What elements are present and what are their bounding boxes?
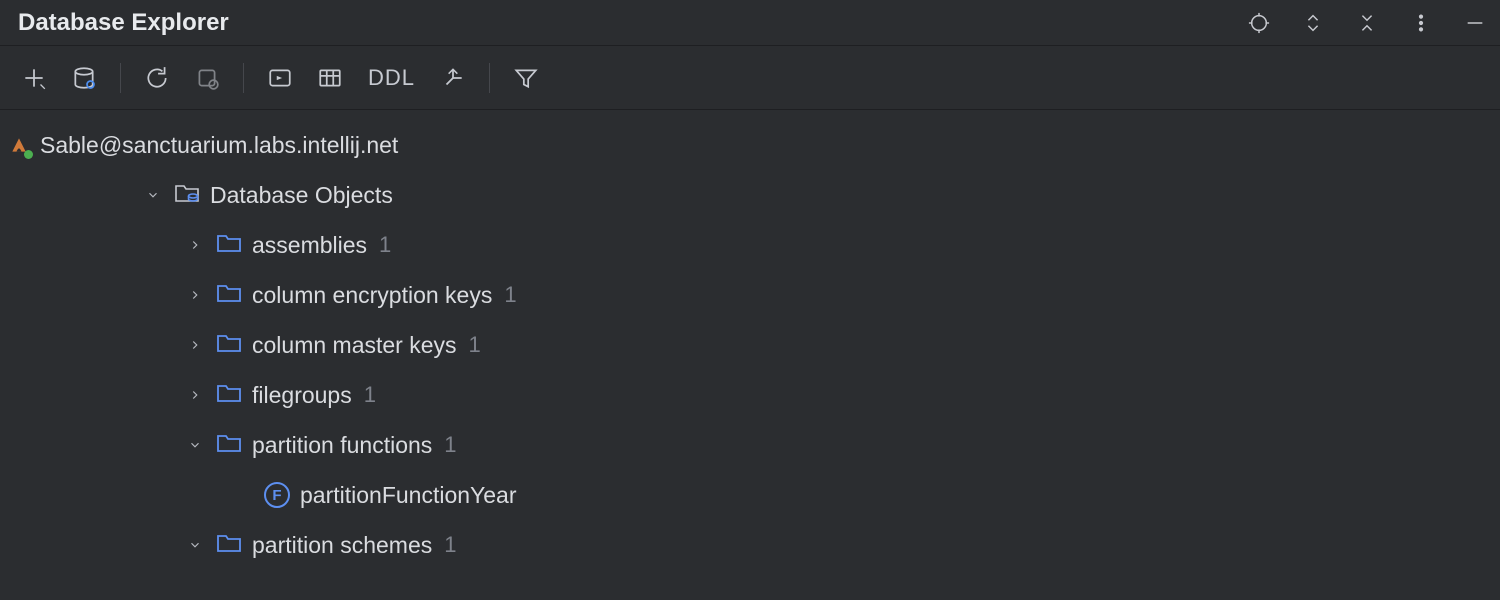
tree-label: partition schemes bbox=[252, 532, 432, 559]
database-tree: Sable@sanctuarium.labs.intellij.net Data… bbox=[0, 110, 1500, 570]
chevron-right-icon[interactable] bbox=[184, 238, 206, 252]
folder-icon bbox=[216, 431, 242, 459]
titlebar: Database Explorer bbox=[0, 0, 1500, 46]
minimize-icon[interactable] bbox=[1462, 10, 1488, 36]
tree-count: 1 bbox=[444, 432, 456, 458]
status-dot-icon bbox=[24, 150, 33, 159]
tree-node-column-master-keys[interactable]: column master keys 1 bbox=[2, 320, 1500, 370]
folder-icon bbox=[216, 531, 242, 559]
target-icon[interactable] bbox=[1246, 10, 1272, 36]
database-objects-icon bbox=[174, 181, 200, 209]
datasource-properties-icon[interactable] bbox=[66, 60, 102, 96]
tree-count: 1 bbox=[504, 282, 516, 308]
chevron-down-icon[interactable] bbox=[184, 538, 206, 552]
stop-icon[interactable] bbox=[189, 60, 225, 96]
tree-count: 1 bbox=[469, 332, 481, 358]
refresh-icon[interactable] bbox=[139, 60, 175, 96]
tree-node-column-encryption-keys[interactable]: column encryption keys 1 bbox=[2, 270, 1500, 320]
query-console-icon[interactable] bbox=[262, 60, 298, 96]
folder-icon bbox=[216, 331, 242, 359]
tree-label: Database Objects bbox=[210, 182, 393, 209]
tree-count: 1 bbox=[364, 382, 376, 408]
datasource-icon bbox=[8, 134, 30, 156]
add-icon[interactable] bbox=[16, 60, 52, 96]
tree-node-assemblies[interactable]: assemblies 1 bbox=[2, 220, 1500, 270]
tree-leaf-partitionfunctionyear[interactable]: F partitionFunctionYear bbox=[2, 470, 1500, 520]
folder-icon bbox=[216, 231, 242, 259]
jump-to-source-icon[interactable] bbox=[435, 60, 471, 96]
filter-icon[interactable] bbox=[508, 60, 544, 96]
tree-node-filegroups[interactable]: filegroups 1 bbox=[2, 370, 1500, 420]
tree-label: partitionFunctionYear bbox=[300, 482, 517, 509]
ddl-button[interactable]: DDL bbox=[362, 65, 421, 91]
folder-icon bbox=[216, 381, 242, 409]
toolbar-separator bbox=[489, 63, 490, 93]
chevron-right-icon[interactable] bbox=[184, 288, 206, 302]
tree-label: assemblies bbox=[252, 232, 367, 259]
table-icon[interactable] bbox=[312, 60, 348, 96]
collapse-icon[interactable] bbox=[1354, 10, 1380, 36]
toolbar-separator bbox=[243, 63, 244, 93]
connection-row[interactable]: Sable@sanctuarium.labs.intellij.net bbox=[2, 120, 1500, 170]
tree-label: column encryption keys bbox=[252, 282, 492, 309]
function-icon: F bbox=[264, 482, 290, 508]
tree-count: 1 bbox=[379, 232, 391, 258]
chevron-right-icon[interactable] bbox=[184, 338, 206, 352]
more-icon[interactable] bbox=[1408, 10, 1434, 36]
window-controls bbox=[1246, 10, 1488, 36]
tree-node-partition-functions[interactable]: partition functions 1 bbox=[2, 420, 1500, 470]
panel-title: Database Explorer bbox=[18, 9, 229, 37]
chevron-down-icon[interactable] bbox=[184, 438, 206, 452]
chevron-down-icon[interactable] bbox=[142, 188, 164, 202]
tree-node-partition-schemes[interactable]: partition schemes 1 bbox=[2, 520, 1500, 570]
tree-label: partition functions bbox=[252, 432, 432, 459]
expand-collapse-icon[interactable] bbox=[1300, 10, 1326, 36]
toolbar: DDL bbox=[0, 46, 1500, 110]
toolbar-separator bbox=[120, 63, 121, 93]
folder-icon bbox=[216, 281, 242, 309]
tree-node-database-objects[interactable]: Database Objects bbox=[2, 170, 1500, 220]
tree-count: 1 bbox=[444, 532, 456, 558]
chevron-right-icon[interactable] bbox=[184, 388, 206, 402]
tree-label: filegroups bbox=[252, 382, 352, 409]
tree-label: column master keys bbox=[252, 332, 457, 359]
connection-label: Sable@sanctuarium.labs.intellij.net bbox=[40, 132, 398, 159]
